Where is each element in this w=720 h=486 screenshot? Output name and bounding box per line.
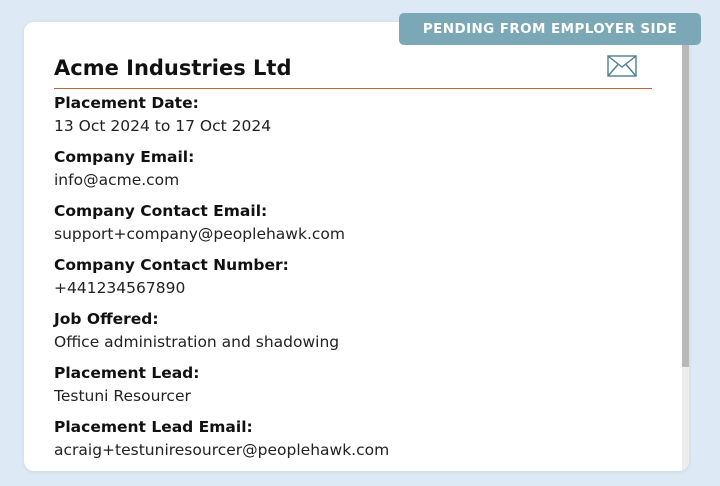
field-company-contact-number: Company Contact Number: +441234567890 — [54, 254, 674, 308]
field-placement-lead-email: Placement Lead Email: acraig+testunireso… — [54, 416, 674, 470]
field-value: acraig+testuniresourcer@peoplehawk.com — [54, 441, 390, 459]
field-label: Placement Lead Email: — [54, 418, 253, 436]
status-badge: PENDING FROM EMPLOYER SIDE — [399, 13, 701, 45]
field-label: Company Email: — [54, 148, 195, 166]
title-divider — [54, 88, 652, 89]
field-job-offered: Job Offered: Office administration and s… — [54, 308, 674, 362]
placement-details: Placement Date: 13 Oct 2024 to 17 Oct 20… — [54, 92, 674, 470]
company-name: Acme Industries Ltd — [54, 56, 292, 80]
field-label: Placement Lead: — [54, 364, 200, 382]
field-value: Office administration and shadowing — [54, 333, 340, 351]
field-value: +441234567890 — [54, 279, 186, 297]
field-label: Company Contact Number: — [54, 256, 289, 274]
field-company-contact-email: Company Contact Email: support+company@p… — [54, 200, 674, 254]
envelope-icon[interactable] — [607, 55, 637, 77]
field-value: info@acme.com — [54, 171, 180, 189]
field-label: Company Contact Email: — [54, 202, 268, 220]
field-placement-lead: Placement Lead: Testuni Resourcer — [54, 362, 674, 416]
field-value: Testuni Resourcer — [54, 387, 191, 405]
field-placement-date: Placement Date: 13 Oct 2024 to 17 Oct 20… — [54, 92, 674, 146]
placement-card: Acme Industries Ltd Placement Date: 13 O… — [24, 22, 689, 471]
field-label: Job Offered: — [54, 310, 159, 328]
scrollbar-thumb[interactable] — [682, 22, 689, 367]
scrollbar-track[interactable] — [682, 22, 689, 471]
field-company-email: Company Email: info@acme.com — [54, 146, 674, 200]
field-label: Placement Date: — [54, 94, 199, 112]
field-value: 13 Oct 2024 to 17 Oct 2024 — [54, 117, 272, 135]
field-value: support+company@peoplehawk.com — [54, 225, 345, 243]
